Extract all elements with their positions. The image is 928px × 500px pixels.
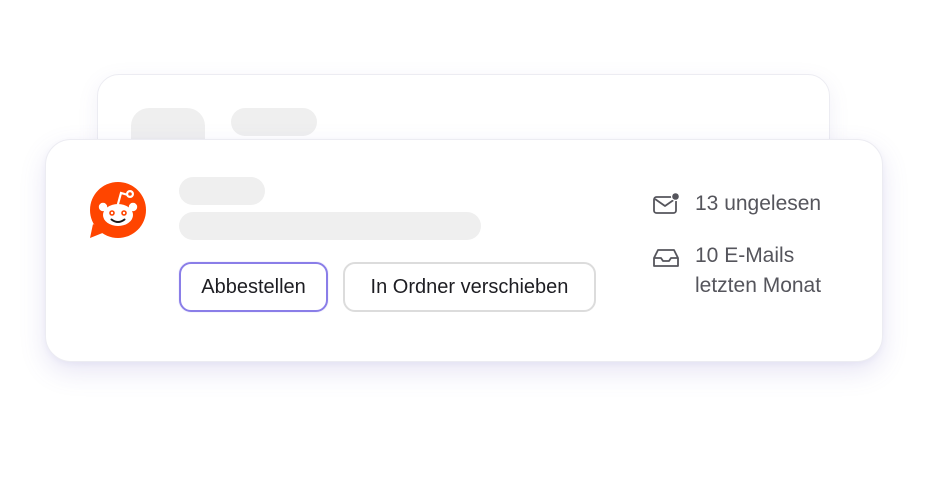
monthly-volume-stat: 10 E-Mails letzten Monat	[651, 241, 845, 301]
stage: Abbestellen In Ordner verschieben 13 ung…	[0, 0, 928, 500]
sender-name-placeholder	[179, 177, 265, 205]
unsubscribe-button[interactable]: Abbestellen	[179, 262, 328, 312]
mail-unread-icon	[651, 189, 681, 219]
inbox-tray-icon	[651, 242, 681, 272]
unread-count-stat: 13 ungelesen	[651, 189, 821, 219]
subject-placeholder	[179, 212, 481, 240]
sender-card: Abbestellen In Ordner verschieben 13 ung…	[45, 139, 883, 362]
background-title-placeholder	[231, 108, 317, 136]
reddit-logo-icon	[87, 180, 149, 242]
move-to-folder-button[interactable]: In Ordner verschieben	[343, 262, 596, 312]
unread-count-label: 13 ungelesen	[695, 192, 822, 215]
monthly-volume-label: 10 E-Mails letzten Monat	[695, 244, 822, 297]
